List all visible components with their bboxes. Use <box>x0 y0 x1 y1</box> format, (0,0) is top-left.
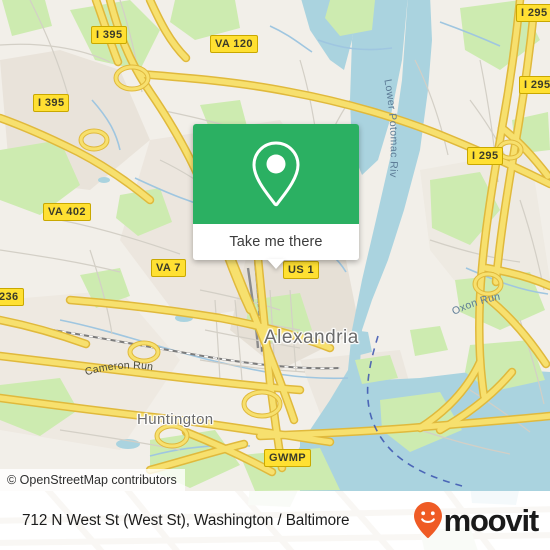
footer-bar: 712 N West St (West St), Washington / Ba… <box>0 491 550 550</box>
shield-gwmp: GWMP <box>264 449 312 467</box>
destination-popup-card[interactable]: Take me there <box>193 124 359 269</box>
shield-i-295-middle: I 295 <box>467 147 504 165</box>
shield-va-120: VA 120 <box>210 35 258 53</box>
popup-header <box>193 124 359 224</box>
take-me-there-label: Take me there <box>229 234 323 250</box>
osm-attribution[interactable]: © OpenStreetMap contributors <box>0 469 185 491</box>
moovit-map-screenshot: Lower Potomac River Oxon Run Cameron Run… <box>0 0 550 550</box>
map-canvas[interactable]: Lower Potomac River Oxon Run Cameron Run… <box>0 0 550 491</box>
footer-address-text: 712 N West St (West St), Washington / Ba… <box>22 511 350 529</box>
place-label-huntington: Huntington <box>137 411 214 428</box>
shield-us-1: US 1 <box>283 261 320 279</box>
moovit-wordmark: moovit <box>443 503 540 538</box>
map-pin-icon <box>252 141 300 207</box>
shield-i-395-west: I 395 <box>33 94 70 112</box>
shield-va-402: VA 402 <box>43 203 91 221</box>
shield-va-7: VA 7 <box>151 259 186 277</box>
shield-i-295-upper: I 295 <box>519 76 550 94</box>
shield-va-236: 236 <box>0 288 24 306</box>
popup-pointer-tail <box>267 259 285 269</box>
place-label-alexandria: Alexandria <box>264 327 359 348</box>
moovit-brand[interactable]: moovit <box>413 501 540 541</box>
moovit-smiley-pin-icon <box>413 501 442 538</box>
shield-i-295-top: I 295 <box>516 4 550 22</box>
shield-i-395-north: I 395 <box>91 26 128 44</box>
popup-action-bar[interactable]: Take me there <box>193 224 359 269</box>
